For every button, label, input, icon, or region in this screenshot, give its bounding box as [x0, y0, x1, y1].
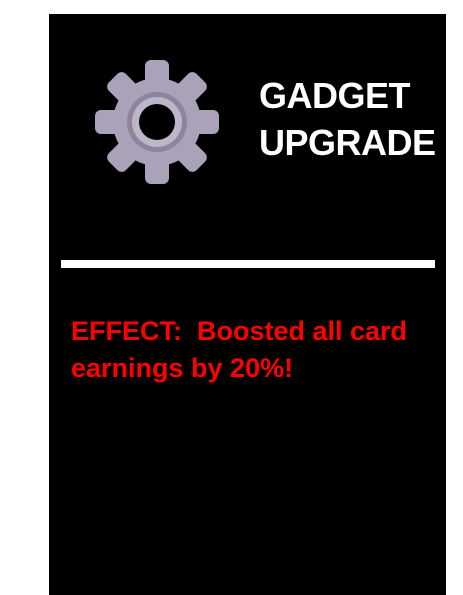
- card-title-line2: UPGRADE: [259, 122, 436, 163]
- gear-icon: [95, 60, 219, 184]
- upgrade-card[interactable]: GADGET UPGRADE EFFECT: Boosted all card …: [49, 14, 446, 595]
- card-title: GADGET UPGRADE: [259, 72, 436, 166]
- divider: [61, 260, 435, 268]
- card-title-line1: GADGET: [259, 75, 411, 116]
- effect-text: EFFECT: Boosted all card earnings by 20%…: [71, 316, 415, 383]
